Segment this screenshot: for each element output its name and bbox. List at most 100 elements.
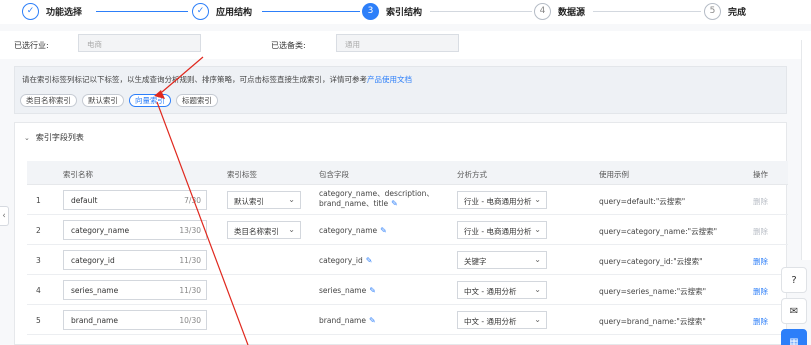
row-number: 2 bbox=[36, 226, 41, 235]
step-number: 5 bbox=[704, 2, 721, 20]
chevron-down-icon: ⌄ bbox=[534, 315, 541, 324]
analyzer-select[interactable]: 关键字 ⌄ bbox=[457, 251, 547, 269]
analyzer-value: 行业 - 电商通用分析 bbox=[464, 197, 532, 206]
index-name-value: default bbox=[71, 196, 98, 205]
tag-vector-index[interactable]: 向量索引 bbox=[129, 94, 171, 107]
contact-button[interactable]: ▦ bbox=[781, 329, 807, 345]
index-tag-select[interactable]: 默认索引 ⌄ bbox=[227, 191, 301, 209]
index-name-value: brand_name bbox=[71, 316, 118, 325]
table-row: 1 default 7/30 默认索引 ⌄ category_name、desc… bbox=[27, 185, 788, 215]
step-finish[interactable]: 5 完成 bbox=[704, 2, 746, 20]
step-number: 3 bbox=[362, 2, 379, 20]
step-label: 数据源 bbox=[558, 7, 586, 18]
category-label: 已选备类: bbox=[271, 41, 306, 50]
table-row: 3 category_id 11/30 category_id ✎ 关键字 ⌄ q… bbox=[27, 245, 788, 275]
analyzer-select[interactable]: 行业 - 电商通用分析 ⌄ bbox=[457, 191, 547, 209]
step-label: 完成 bbox=[728, 7, 747, 18]
industry-field: 电商 bbox=[78, 34, 201, 52]
index-name-input[interactable]: default 7/30 bbox=[63, 190, 207, 210]
chevron-down-icon: ⌄ bbox=[534, 285, 541, 294]
delete-button[interactable]: 删除 bbox=[753, 226, 768, 237]
doc-link[interactable]: 产品使用文档 bbox=[367, 75, 412, 84]
tag-hint: 请在索引标签列标记以下标签，以生成查询分析规则、排序策略，可点击标签直接生成索引… bbox=[22, 74, 412, 85]
delete-button[interactable]: 删除 bbox=[753, 196, 768, 207]
chat-icon: ✉ bbox=[789, 305, 799, 317]
edit-icon[interactable]: ✎ bbox=[369, 316, 376, 325]
edit-icon[interactable]: ✎ bbox=[391, 199, 398, 208]
step-data-source[interactable]: 4 数据源 bbox=[534, 2, 585, 20]
index-tag-value: 默认索引 bbox=[234, 197, 264, 206]
char-count: 7/30 bbox=[184, 196, 201, 205]
step-index-structure[interactable]: 3 索引结构 bbox=[362, 2, 422, 20]
grid-icon: ▦ bbox=[789, 336, 799, 345]
col-header-fields: 包含字段 bbox=[319, 170, 349, 179]
analyzer-value: 中文 - 通用分析 bbox=[464, 287, 517, 296]
char-count: 11/30 bbox=[179, 256, 201, 265]
analyzer-select[interactable]: 行业 - 电商通用分析 ⌄ bbox=[457, 221, 547, 239]
step-number: 4 bbox=[534, 2, 551, 20]
step-done-icon: ✓ bbox=[22, 2, 39, 20]
chevron-down-icon: ⌄ bbox=[534, 255, 541, 264]
selection-row: 已选行业: 电商 已选备类: 通用 bbox=[0, 31, 811, 59]
index-name-input[interactable]: brand_name 10/30 bbox=[63, 310, 207, 330]
analyzer-select[interactable]: 中文 - 通用分析 ⌄ bbox=[457, 311, 547, 329]
feedback-button[interactable]: ✉ bbox=[781, 298, 807, 324]
step-connector bbox=[262, 11, 360, 12]
index-name-input[interactable]: series_name 11/30 bbox=[63, 280, 207, 300]
edit-icon[interactable]: ✎ bbox=[380, 226, 387, 235]
panel-header[interactable]: ⌄ 索引字段列表 bbox=[24, 132, 84, 143]
col-header-tag: 索引标签 bbox=[227, 170, 257, 179]
stepper: ✓ 功能选择 ✓ 应用结构 3 索引结构 4 数据源 5 完成 bbox=[0, 0, 811, 24]
col-header-analyzer: 分析方式 bbox=[457, 170, 487, 179]
index-name-input[interactable]: category_id 11/30 bbox=[63, 250, 207, 270]
tag-default-index[interactable]: 默认索引 bbox=[82, 94, 124, 107]
delete-button[interactable]: 删除 bbox=[753, 256, 768, 267]
index-table: 索引名称 索引标签 包含字段 分析方式 使用示例 操作 1 default 7/… bbox=[27, 161, 788, 335]
index-tag-value: 类目名称索引 bbox=[234, 227, 279, 236]
index-name-value: series_name bbox=[71, 286, 119, 295]
chevron-down-icon: ⌄ bbox=[288, 195, 295, 204]
collapse-tab[interactable]: ‹ bbox=[0, 206, 9, 226]
field-list-text: category_id bbox=[319, 256, 363, 265]
index-name-input[interactable]: category_name 13/30 bbox=[63, 220, 207, 240]
table-row: 2 category_name 13/30 类目名称索引 ⌄ category_… bbox=[27, 215, 788, 245]
step-function-select[interactable]: ✓ 功能选择 bbox=[22, 2, 82, 20]
panel-title: 索引字段列表 bbox=[35, 133, 84, 142]
edit-icon[interactable]: ✎ bbox=[369, 286, 376, 295]
delete-button[interactable]: 删除 bbox=[753, 286, 768, 297]
table-header: 索引名称 索引标签 包含字段 分析方式 使用示例 操作 bbox=[27, 161, 788, 185]
field-list-text: series_name bbox=[319, 286, 367, 295]
char-count: 10/30 bbox=[179, 316, 201, 325]
row-number: 1 bbox=[36, 196, 41, 205]
field-list: category_id ✎ bbox=[319, 256, 372, 266]
tag-list: 类目名称索引 默认索引 向量索引 标题索引 bbox=[20, 94, 218, 107]
category-field: 通用 bbox=[336, 34, 459, 52]
edit-icon[interactable]: ✎ bbox=[366, 256, 373, 265]
tag-title-index[interactable]: 标题索引 bbox=[176, 94, 218, 107]
index-name-value: category_name bbox=[71, 226, 130, 235]
analyzer-select[interactable]: 中文 - 通用分析 ⌄ bbox=[457, 281, 547, 299]
delete-button[interactable]: 删除 bbox=[753, 316, 768, 327]
field-list: category_name、description、brand_name、tit… bbox=[319, 189, 437, 209]
col-header-action: 操作 bbox=[753, 170, 768, 179]
index-name-value: category_id bbox=[71, 256, 115, 265]
field-list: brand_name ✎ bbox=[319, 316, 376, 326]
field-list-text: category_name、description、brand_name、tit… bbox=[319, 189, 434, 208]
right-scrollbar[interactable] bbox=[801, 40, 811, 260]
index-field-panel: ⌄ 索引字段列表 索引名称 索引标签 包含字段 分析方式 使用示例 操作 1 d… bbox=[14, 122, 788, 345]
chevron-down-icon: ⌄ bbox=[288, 225, 295, 234]
step-app-structure[interactable]: ✓ 应用结构 bbox=[192, 2, 252, 20]
tag-hint-panel: 请在索引标签列标记以下标签，以生成查询分析规则、排序策略，可点击标签直接生成索引… bbox=[14, 66, 787, 114]
tag-category-index[interactable]: 类目名称索引 bbox=[20, 94, 77, 107]
row-number: 3 bbox=[36, 256, 41, 265]
step-label: 功能选择 bbox=[46, 7, 83, 18]
help-button[interactable]: ? bbox=[781, 267, 807, 293]
tag-hint-text: 请在索引标签列标记以下标签，以生成查询分析规则、排序策略，可点击标签直接生成索引… bbox=[22, 75, 367, 84]
table-row: 5 brand_name 10/30 brand_name ✎ 中文 - 通用分析… bbox=[27, 305, 788, 335]
analyzer-value: 关键字 bbox=[464, 257, 487, 266]
index-tag-select[interactable]: 类目名称索引 ⌄ bbox=[227, 221, 301, 239]
field-list: series_name ✎ bbox=[319, 286, 376, 296]
chevron-down-icon: ⌄ bbox=[534, 225, 541, 234]
industry-label: 已选行业: bbox=[14, 41, 49, 50]
field-list-text: brand_name bbox=[319, 316, 366, 325]
